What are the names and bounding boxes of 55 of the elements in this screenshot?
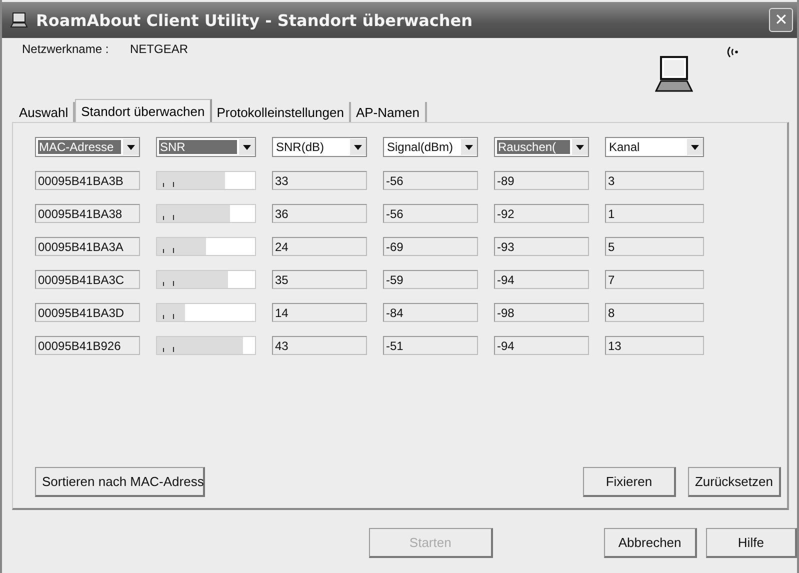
table-cell: 13 (605, 336, 704, 355)
tab[interactable]: Standort überwachen (75, 99, 212, 122)
table-cell: -92 (494, 204, 589, 223)
table-cell: 14 (272, 303, 367, 322)
table-cell: -94 (494, 270, 589, 289)
table-cell: -56 (383, 171, 478, 190)
table-cell: 33 (272, 171, 367, 190)
table-cell: 3 (605, 171, 704, 190)
column-dropdown[interactable]: SNR(dB) (272, 137, 367, 157)
mac-address-cell: 00095B41BA38 (35, 204, 140, 223)
table-cell: 24 (272, 237, 367, 256)
column-dropdown[interactable]: SNR (156, 137, 256, 157)
table-cell: 5 (605, 237, 704, 256)
table-cell: -51 (383, 336, 478, 355)
sort-button[interactable]: Sortieren nach MAC-Adress (35, 467, 205, 497)
column-dropdown[interactable]: Rauschen( (494, 137, 589, 157)
table-cell: 43 (272, 336, 367, 355)
mac-address-cell: 00095B41BA3B (35, 171, 140, 190)
tick-marks-icon (163, 248, 174, 253)
close-button[interactable]: ✕ (769, 8, 793, 32)
table-cell: -94 (494, 336, 589, 355)
table-cell: 1 (605, 204, 704, 223)
table-cell: 36 (272, 204, 367, 223)
column-dropdown[interactable]: Kanal (605, 137, 704, 157)
column-dropdown[interactable]: MAC-Adresse (35, 137, 140, 157)
mac-address-cell: 00095B41BA3C (35, 270, 140, 289)
table-cell: -98 (494, 303, 589, 322)
table-cell: -89 (494, 171, 589, 190)
table-cell: 7 (605, 270, 704, 289)
fix-button[interactable]: Fixieren (582, 467, 676, 497)
mac-address-cell: 00095B41B926 (35, 336, 140, 355)
mac-address-cell: 00095B41BA3D (35, 303, 140, 322)
network-name-label: Netzwerkname : (22, 42, 110, 58)
help-button[interactable]: Hilfe (706, 528, 797, 558)
cancel-button[interactable]: Abbrechen (604, 528, 697, 558)
column-dropdown[interactable]: Signal(dBm) (383, 137, 478, 157)
table-cell: -69 (383, 237, 478, 256)
tick-marks-icon (163, 281, 174, 286)
table-cell: -84 (383, 303, 478, 322)
window-title: RoamAbout Client Utility - Standort überwachen (36, 10, 474, 30)
table-cell: -56 (383, 204, 478, 223)
mac-address-cell: 00095B41BA3A (35, 237, 140, 256)
tick-marks-icon (163, 347, 174, 352)
table-cell: -93 (494, 237, 589, 256)
tick-marks-icon (163, 215, 174, 220)
network-name-value: NETGEAR (130, 42, 188, 58)
table-cell: 8 (605, 303, 704, 322)
wireless-signal-icon (725, 46, 739, 58)
table-cell: 35 (272, 270, 367, 289)
laptop-icon (10, 12, 28, 28)
tick-marks-icon (163, 314, 174, 319)
table-cell: -59 (383, 270, 478, 289)
laptop-icon (655, 56, 693, 92)
reset-button[interactable]: Zurücksetzen (688, 467, 781, 497)
tick-marks-icon (163, 182, 174, 187)
